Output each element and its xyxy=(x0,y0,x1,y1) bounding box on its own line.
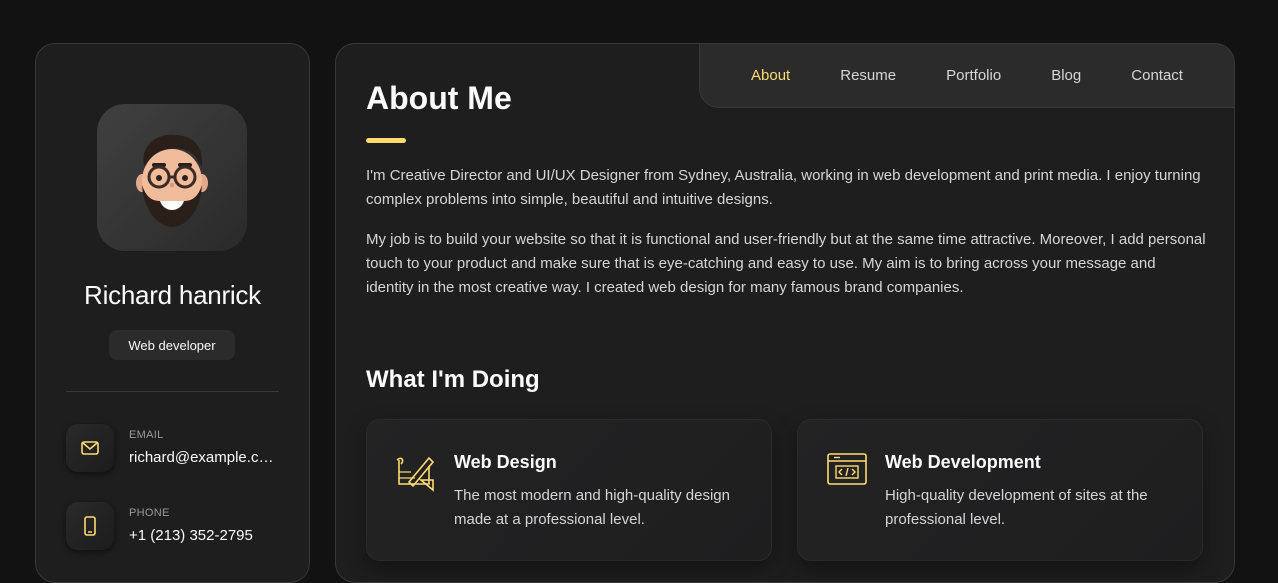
sidebar: Richard hanrick Web developer EMAIL rich… xyxy=(35,43,310,583)
design-icon xyxy=(395,452,437,497)
contact-email: EMAIL richard@example.com xyxy=(66,424,296,472)
nav-about[interactable]: About xyxy=(751,67,790,84)
navbar: About Resume Portfolio Blog Contact xyxy=(699,44,1234,108)
page-title: About Me xyxy=(366,80,512,116)
nav-blog[interactable]: Blog xyxy=(1051,67,1081,84)
avatar xyxy=(97,104,247,251)
about-paragraph-2: My job is to build your website so that … xyxy=(366,231,1206,296)
service-title: Web Design xyxy=(454,452,557,472)
service-card-web-development: Web Development High-quality development… xyxy=(797,419,1203,561)
phone-icon xyxy=(66,502,114,550)
sidebar-separator xyxy=(66,391,279,392)
about-paragraph-1: I'm Creative Director and UI/UX Designer… xyxy=(366,167,1201,208)
email-link[interactable]: richard@example.com xyxy=(129,449,279,466)
service-card-web-design: Web Design The most modern and high-qual… xyxy=(366,419,772,561)
dev-icon xyxy=(826,452,868,493)
contact-phone: PHONE +1 (213) 352-2795 xyxy=(66,502,296,550)
profile-name: Richard hanrick xyxy=(84,280,261,310)
phone-link[interactable]: +1 (213) 352-2795 xyxy=(129,527,279,544)
contact-label: EMAIL xyxy=(129,429,164,441)
service-text: High-quality development of sites at the… xyxy=(885,487,1148,528)
nav-contact[interactable]: Contact xyxy=(1131,67,1183,84)
memoji-avatar-icon xyxy=(136,134,208,227)
title-underline xyxy=(366,138,406,143)
nav-resume[interactable]: Resume xyxy=(840,67,896,84)
role-badge: Web developer xyxy=(109,330,235,360)
contact-label: PHONE xyxy=(129,507,170,519)
nav-portfolio[interactable]: Portfolio xyxy=(946,67,1001,84)
section-title: What I'm Doing xyxy=(366,366,540,393)
main-content: About Resume Portfolio Blog Contact Abou… xyxy=(335,43,1235,583)
service-text: The most modern and high-quality design … xyxy=(454,487,730,528)
mail-icon xyxy=(66,424,114,472)
service-title: Web Development xyxy=(885,452,1041,472)
